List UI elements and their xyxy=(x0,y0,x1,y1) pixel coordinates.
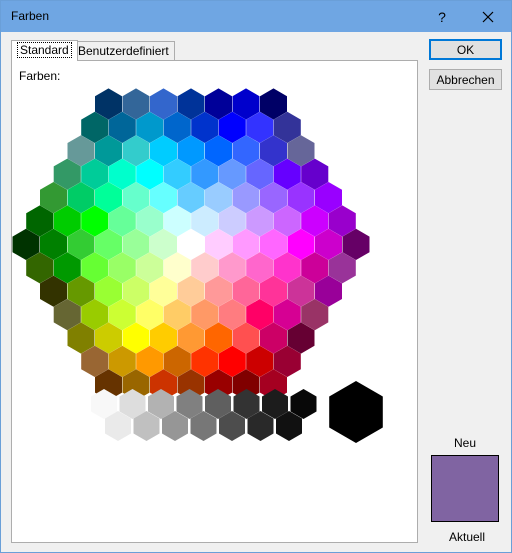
color-palette xyxy=(12,88,383,443)
help-icon: ? xyxy=(438,8,446,25)
color-dialog: Farben ? Standard Benutzerdefiniert Farb… xyxy=(0,0,512,553)
close-icon xyxy=(482,11,494,22)
color-preview-swatch xyxy=(431,455,499,522)
close-button[interactable] xyxy=(465,1,511,32)
current-color-label: Aktuell xyxy=(449,530,486,544)
cancel-button[interactable]: Abbrechen xyxy=(429,69,502,90)
ok-button[interactable]: OK xyxy=(429,39,502,60)
window-title: Farben xyxy=(11,9,50,23)
selected-color-swatch[interactable] xyxy=(329,381,383,443)
tab-custom-label: Benutzerdefiniert xyxy=(78,44,169,58)
palette-panel: Farben: xyxy=(11,60,418,543)
dialog-client-area: Standard Benutzerdefiniert Farben: OK Ab… xyxy=(1,32,511,552)
title-bar[interactable]: Farben ? xyxy=(1,1,511,32)
tab-custom[interactable]: Benutzerdefiniert xyxy=(72,41,175,60)
new-color-label: Neu xyxy=(454,436,477,450)
tab-standard-label: Standard xyxy=(17,42,72,58)
tab-standard[interactable]: Standard xyxy=(11,40,78,61)
help-button[interactable]: ? xyxy=(419,1,465,32)
